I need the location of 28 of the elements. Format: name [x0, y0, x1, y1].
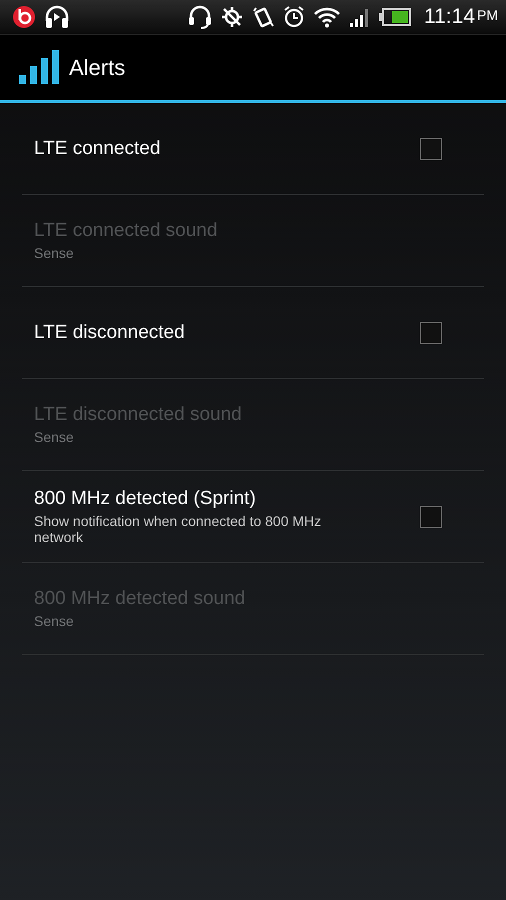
checkbox[interactable] [420, 138, 442, 160]
preference-summary: Sense [34, 429, 75, 445]
preference-item[interactable]: LTE connected [22, 103, 484, 195]
headset-icon [187, 5, 213, 29]
preference-title: 800 MHz detected (Sprint) [34, 488, 257, 510]
preference-title: LTE connected sound [34, 220, 218, 242]
signal-bars-icon[interactable] [19, 50, 61, 86]
preference-title: LTE connected [34, 138, 162, 160]
gps-off-icon [220, 5, 244, 29]
preference-summary: Sense [34, 613, 75, 629]
battery-icon [379, 7, 411, 27]
alarm-icon [282, 5, 306, 29]
checkbox[interactable] [420, 506, 442, 528]
screen-title: Alerts [69, 54, 126, 80]
preference-summary: Sense [34, 245, 75, 261]
checkbox[interactable] [420, 322, 442, 344]
preference-item[interactable]: LTE disconnected [22, 287, 484, 379]
preference-title: 800 MHz detected sound [34, 588, 246, 610]
preference-title: LTE disconnected sound [34, 404, 243, 426]
preference-item[interactable]: 800 MHz detected (Sprint) Show notification when connected to 800 MHz network [22, 471, 484, 563]
wifi-icon [313, 5, 341, 29]
clock-time: 11:14 [424, 5, 475, 29]
beats-icon [12, 5, 36, 29]
preference-summary: Show notification when connected to 800 MHz network [34, 513, 322, 545]
preference-title: LTE disconnected [34, 322, 186, 344]
vibrate-icon [251, 5, 275, 29]
clock-period: PM [477, 7, 498, 23]
headphones-icon [44, 5, 70, 29]
